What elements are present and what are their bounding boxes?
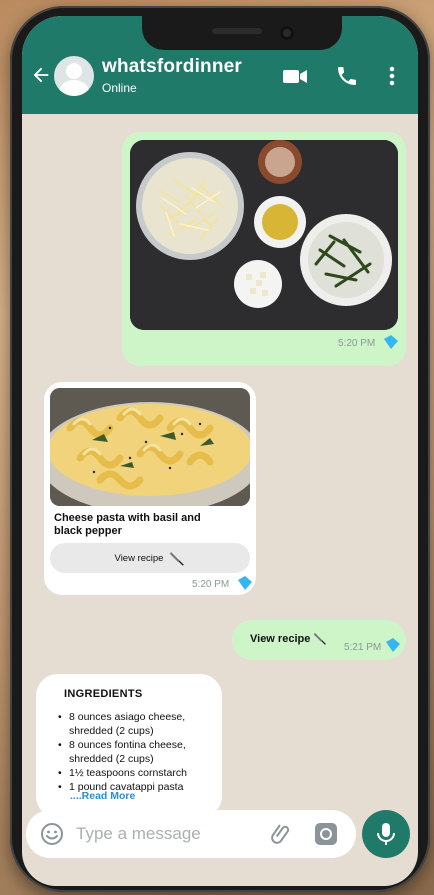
- knife-icon: [170, 552, 185, 566]
- knife-icon: [314, 632, 327, 645]
- avatar[interactable]: [54, 56, 94, 96]
- view-recipe-button[interactable]: View recipe: [50, 543, 250, 573]
- microphone-icon: [377, 823, 395, 845]
- ingredients-photo[interactable]: [130, 140, 398, 330]
- contact-name[interactable]: whatsfordinner: [102, 56, 242, 78]
- video-camera-icon[interactable]: [282, 64, 308, 88]
- view-recipe-label: View recipe: [114, 552, 164, 564]
- ingredients-list: 8 ounces asiago cheese, shredded (2 cups…: [58, 710, 228, 794]
- double-check-icon: [238, 576, 252, 590]
- contact-status: Online: [102, 81, 137, 95]
- chat-area: 5:20 PM Cheese pasta with basil and blac…: [22, 114, 418, 886]
- message-time: 5:20 PM: [338, 338, 376, 349]
- ingredient-item: 1½ teaspoons cornstarch: [58, 766, 228, 780]
- microphone-button[interactable]: [362, 810, 410, 858]
- photo-message[interactable]: 5:20 PM: [122, 132, 406, 366]
- arrow-left-icon[interactable]: [30, 64, 52, 86]
- reply-text: View recipe: [250, 631, 327, 645]
- emoji-icon[interactable]: [40, 822, 64, 846]
- phone-notch: [142, 16, 342, 50]
- pasta-image[interactable]: [50, 388, 250, 506]
- message-input[interactable]: Type a message: [76, 824, 201, 844]
- message-time: 5:21 PM: [344, 642, 382, 653]
- phone-icon[interactable]: [334, 64, 360, 88]
- chat-screen: whatsfordinner Online 5:20 PM Cheese pas…: [22, 16, 418, 886]
- double-check-icon: [386, 638, 400, 652]
- camera-icon[interactable]: [314, 822, 338, 846]
- double-check-icon: [384, 335, 398, 349]
- ingredient-item: 8 ounces asiago cheese, shredded (2 cups…: [58, 710, 228, 738]
- recipe-card-message[interactable]: Cheese pasta with basil and black pepper…: [44, 382, 256, 595]
- message-composer[interactable]: Type a message: [26, 810, 356, 858]
- ingredients-message[interactable]: INGREDIENTS 8 ounces asiago cheese, shre…: [36, 674, 222, 818]
- reply-message[interactable]: View recipe 5:21 PM: [232, 620, 406, 660]
- ingredient-item: 8 ounces fontina cheese, shredded (2 cup…: [58, 738, 228, 766]
- message-time: 5:20 PM: [192, 579, 230, 590]
- recipe-title: Cheese pasta with basil and black pepper: [54, 512, 201, 537]
- more-vertical-icon[interactable]: [382, 64, 402, 88]
- paperclip-icon[interactable]: [270, 822, 294, 846]
- ingredients-title: INGREDIENTS: [64, 688, 143, 700]
- read-more-link[interactable]: ....Read More: [70, 790, 135, 802]
